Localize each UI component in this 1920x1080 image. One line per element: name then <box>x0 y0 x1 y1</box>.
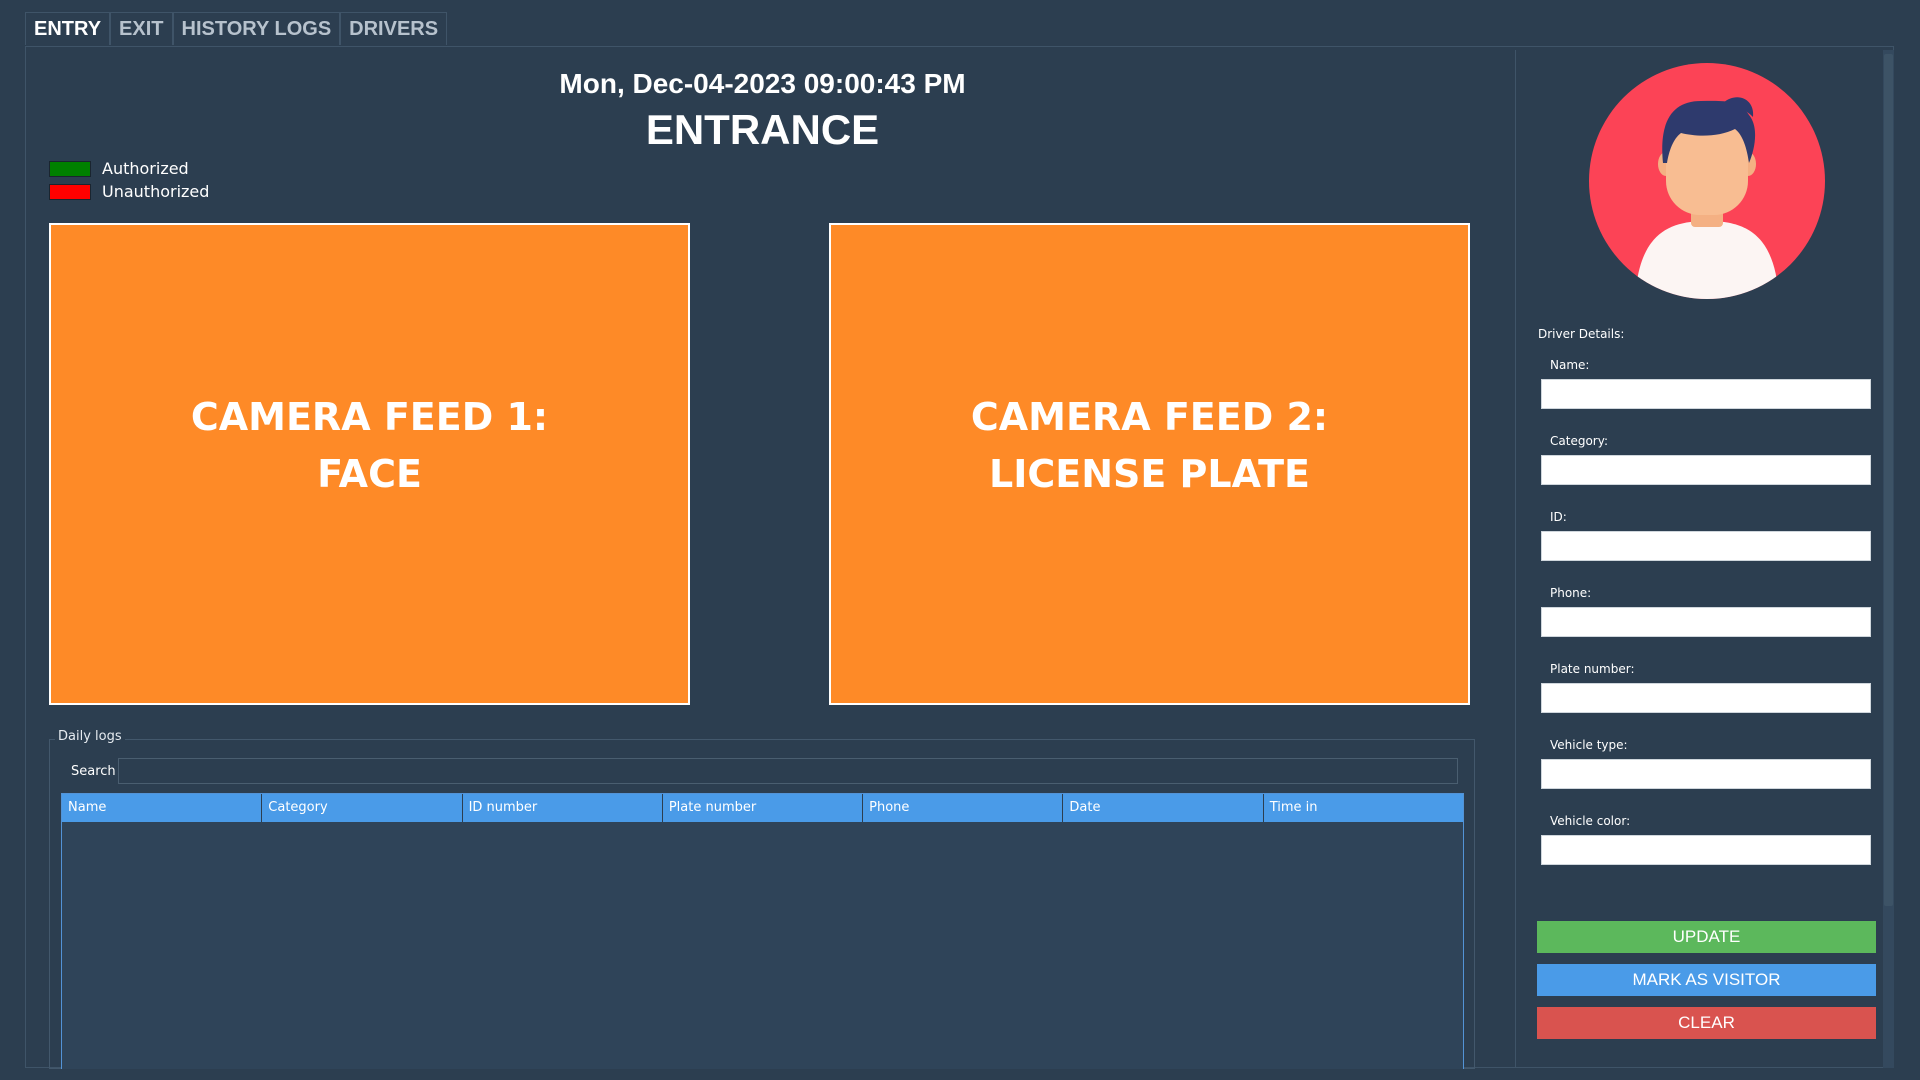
column-header-time-in[interactable]: Time in <box>1264 794 1463 822</box>
table-header: Name Category ID number Plate number Pho… <box>62 794 1463 822</box>
driver-details-title: Driver Details: <box>1538 327 1625 341</box>
user-avatar-icon <box>1589 63 1825 299</box>
tab-exit[interactable]: EXIT <box>110 12 173 45</box>
unauthorized-swatch <box>49 183 91 200</box>
phone-label: Phone: <box>1550 586 1592 600</box>
search-input[interactable] <box>118 758 1458 784</box>
plate-number-field[interactable] <box>1541 683 1871 713</box>
phone-field[interactable] <box>1541 607 1871 637</box>
column-header-plate-number[interactable]: Plate number <box>663 794 864 822</box>
name-label: Name: <box>1550 358 1590 372</box>
category-field[interactable] <box>1541 455 1871 485</box>
scrollbar-thumb[interactable] <box>1884 54 1893 906</box>
daily-logs-title: Daily logs <box>55 729 125 744</box>
tab-bar: ENTRY EXIT HISTORY LOGS DRIVERS <box>25 12 448 46</box>
tab-entry[interactable]: ENTRY <box>25 12 111 45</box>
camera-feed-label: CAMERA FEED 1: FACE <box>190 394 549 496</box>
update-button[interactable]: UPDATE <box>1537 921 1876 953</box>
column-header-id-number[interactable]: ID number <box>463 794 663 822</box>
column-header-date[interactable]: Date <box>1063 794 1264 822</box>
id-label: ID: <box>1550 510 1567 524</box>
column-header-name[interactable]: Name <box>62 794 263 822</box>
plate-number-label: Plate number: <box>1550 662 1635 676</box>
column-header-phone[interactable]: Phone <box>863 794 1064 822</box>
legend-unauthorized: Unauthorized <box>49 182 209 201</box>
category-label: Category: <box>1550 434 1608 448</box>
authorized-swatch <box>49 160 91 177</box>
search-label: Search <box>71 764 116 779</box>
vehicle-color-label: Vehicle color: <box>1550 814 1631 828</box>
tab-history-logs[interactable]: HISTORY LOGS <box>172 12 341 45</box>
legend-authorized: Authorized <box>49 159 189 178</box>
id-field[interactable] <box>1541 531 1871 561</box>
vehicle-type-label: Vehicle type: <box>1550 738 1628 752</box>
datetime-label: Mon, Dec-04-2023 09:00:43 PM <box>559 68 966 99</box>
daily-logs-table[interactable]: Name Category ID number Plate number Pho… <box>61 793 1464 1069</box>
mark-as-visitor-button[interactable]: MARK AS VISITOR <box>1537 964 1876 996</box>
camera-feed-license-plate: CAMERA FEED 2: LICENSE PLATE <box>829 223 1470 705</box>
clear-button[interactable]: CLEAR <box>1537 1007 1876 1039</box>
camera-feed-face: CAMERA FEED 1: FACE <box>49 223 690 705</box>
column-header-category[interactable]: Category <box>262 794 463 822</box>
camera-feed-label: CAMERA FEED 2: LICENSE PLATE <box>970 394 1329 496</box>
panel-divider <box>1515 50 1516 1068</box>
mode-title: ENTRANCE <box>645 106 880 153</box>
vehicle-type-field[interactable] <box>1541 759 1871 789</box>
name-field[interactable] <box>1541 379 1871 409</box>
tab-drivers[interactable]: DRIVERS <box>340 12 448 45</box>
vehicle-color-field[interactable] <box>1541 835 1871 865</box>
legend-label: Unauthorized <box>102 182 210 201</box>
legend-label: Authorized <box>102 159 189 178</box>
